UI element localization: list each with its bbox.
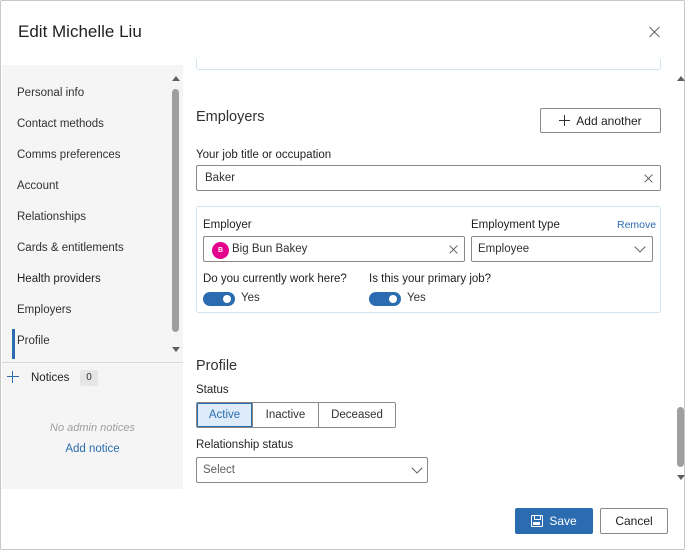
- notices-label: Notices: [31, 372, 70, 384]
- status-option-inactive[interactable]: Inactive: [253, 403, 319, 427]
- sidebar-item-relationships[interactable]: Relationships: [17, 211, 86, 223]
- relationship-status-label: Relationship status: [196, 439, 294, 451]
- employer-input[interactable]: B Big Bun Bakey: [203, 236, 465, 262]
- current-work-value: Yes: [241, 292, 260, 304]
- chevron-down-icon: [634, 241, 646, 253]
- sidebar-scrollbar-thumb[interactable]: [172, 89, 179, 332]
- sidebar-divider: [2, 362, 183, 363]
- save-button[interactable]: Save: [515, 508, 593, 534]
- employment-type-label: Employment type: [471, 219, 560, 231]
- sidebar-item-account[interactable]: Account: [17, 180, 59, 192]
- current-work-toggle[interactable]: [203, 292, 235, 306]
- sidebar-scroll-up-icon[interactable]: [172, 76, 180, 81]
- relationship-status-placeholder: Select: [203, 464, 235, 476]
- sidebar-scroll-down-icon[interactable]: [172, 347, 180, 352]
- sidebar-item-employers[interactable]: Employers: [17, 304, 71, 316]
- status-option-deceased[interactable]: Deceased: [319, 403, 395, 427]
- sidebar-item-cards-entitlements[interactable]: Cards & entitlements: [17, 242, 124, 254]
- chevron-down-icon: [411, 462, 423, 474]
- add-another-button[interactable]: Add another: [540, 108, 661, 133]
- employer-label: Employer: [203, 219, 252, 231]
- status-label: Status: [196, 384, 229, 396]
- primary-job-label: Is this your primary job?: [369, 273, 492, 285]
- employment-type-select[interactable]: Employee: [471, 236, 653, 262]
- active-indicator: [12, 329, 15, 359]
- sidebar-item-profile[interactable]: Profile: [17, 335, 50, 347]
- main-content: Employers Add another Your job title or …: [183, 59, 685, 489]
- employment-type-value: Employee: [478, 243, 530, 255]
- current-work-label: Do you currently work here?: [203, 273, 347, 285]
- main-scroll-up-icon[interactable]: [677, 76, 685, 81]
- employers-heading: Employers: [196, 109, 265, 125]
- edit-dialog: Edit Michelle Liu Personal info Contact …: [0, 0, 685, 550]
- add-another-label: Add another: [576, 113, 642, 128]
- close-icon[interactable]: [647, 25, 663, 41]
- previous-card-edge: [196, 59, 661, 70]
- save-label: Save: [549, 514, 577, 528]
- primary-job-value: Yes: [407, 292, 426, 304]
- sidebar-item-comms-preferences[interactable]: Comms preferences: [17, 149, 121, 161]
- job-title-label: Your job title or occupation: [196, 149, 332, 161]
- main-scroll-down-icon[interactable]: [677, 475, 685, 480]
- status-segmented-control: Active Inactive Deceased: [196, 402, 396, 428]
- clear-icon[interactable]: [449, 245, 458, 254]
- sidebar: Personal info Contact methods Comms pref…: [2, 65, 183, 489]
- job-title-value: Baker: [205, 172, 236, 184]
- sidebar-item-health-providers[interactable]: Health providers: [17, 273, 101, 285]
- relationship-status-select[interactable]: Select: [196, 457, 428, 483]
- employer-card: Employer Employment type Remove B Big Bu…: [196, 206, 661, 313]
- sidebar-item-personal-info[interactable]: Personal info: [17, 87, 84, 99]
- add-notice-link[interactable]: Add notice: [2, 443, 183, 455]
- sidebar-item-contact-methods[interactable]: Contact methods: [17, 118, 104, 130]
- add-notice-plus-icon[interactable]: [7, 371, 19, 383]
- save-icon: [531, 515, 544, 527]
- job-title-input[interactable]: Baker: [196, 165, 661, 191]
- cancel-button[interactable]: Cancel: [600, 508, 668, 534]
- no-notices-text: No admin notices: [50, 422, 135, 434]
- employer-value: Big Bun Bakey: [232, 243, 308, 255]
- employer-avatar: B: [212, 242, 229, 259]
- profile-heading: Profile: [196, 358, 238, 374]
- notices-count-badge: 0: [80, 370, 98, 386]
- dialog-title: Edit Michelle Liu: [18, 22, 142, 41]
- clear-icon[interactable]: [644, 174, 653, 183]
- plus-icon: [559, 115, 571, 126]
- remove-employer-link[interactable]: Remove: [617, 219, 656, 231]
- primary-job-toggle[interactable]: [369, 292, 401, 306]
- status-option-active[interactable]: Active: [197, 403, 253, 427]
- main-scrollbar-thumb[interactable]: [677, 407, 684, 467]
